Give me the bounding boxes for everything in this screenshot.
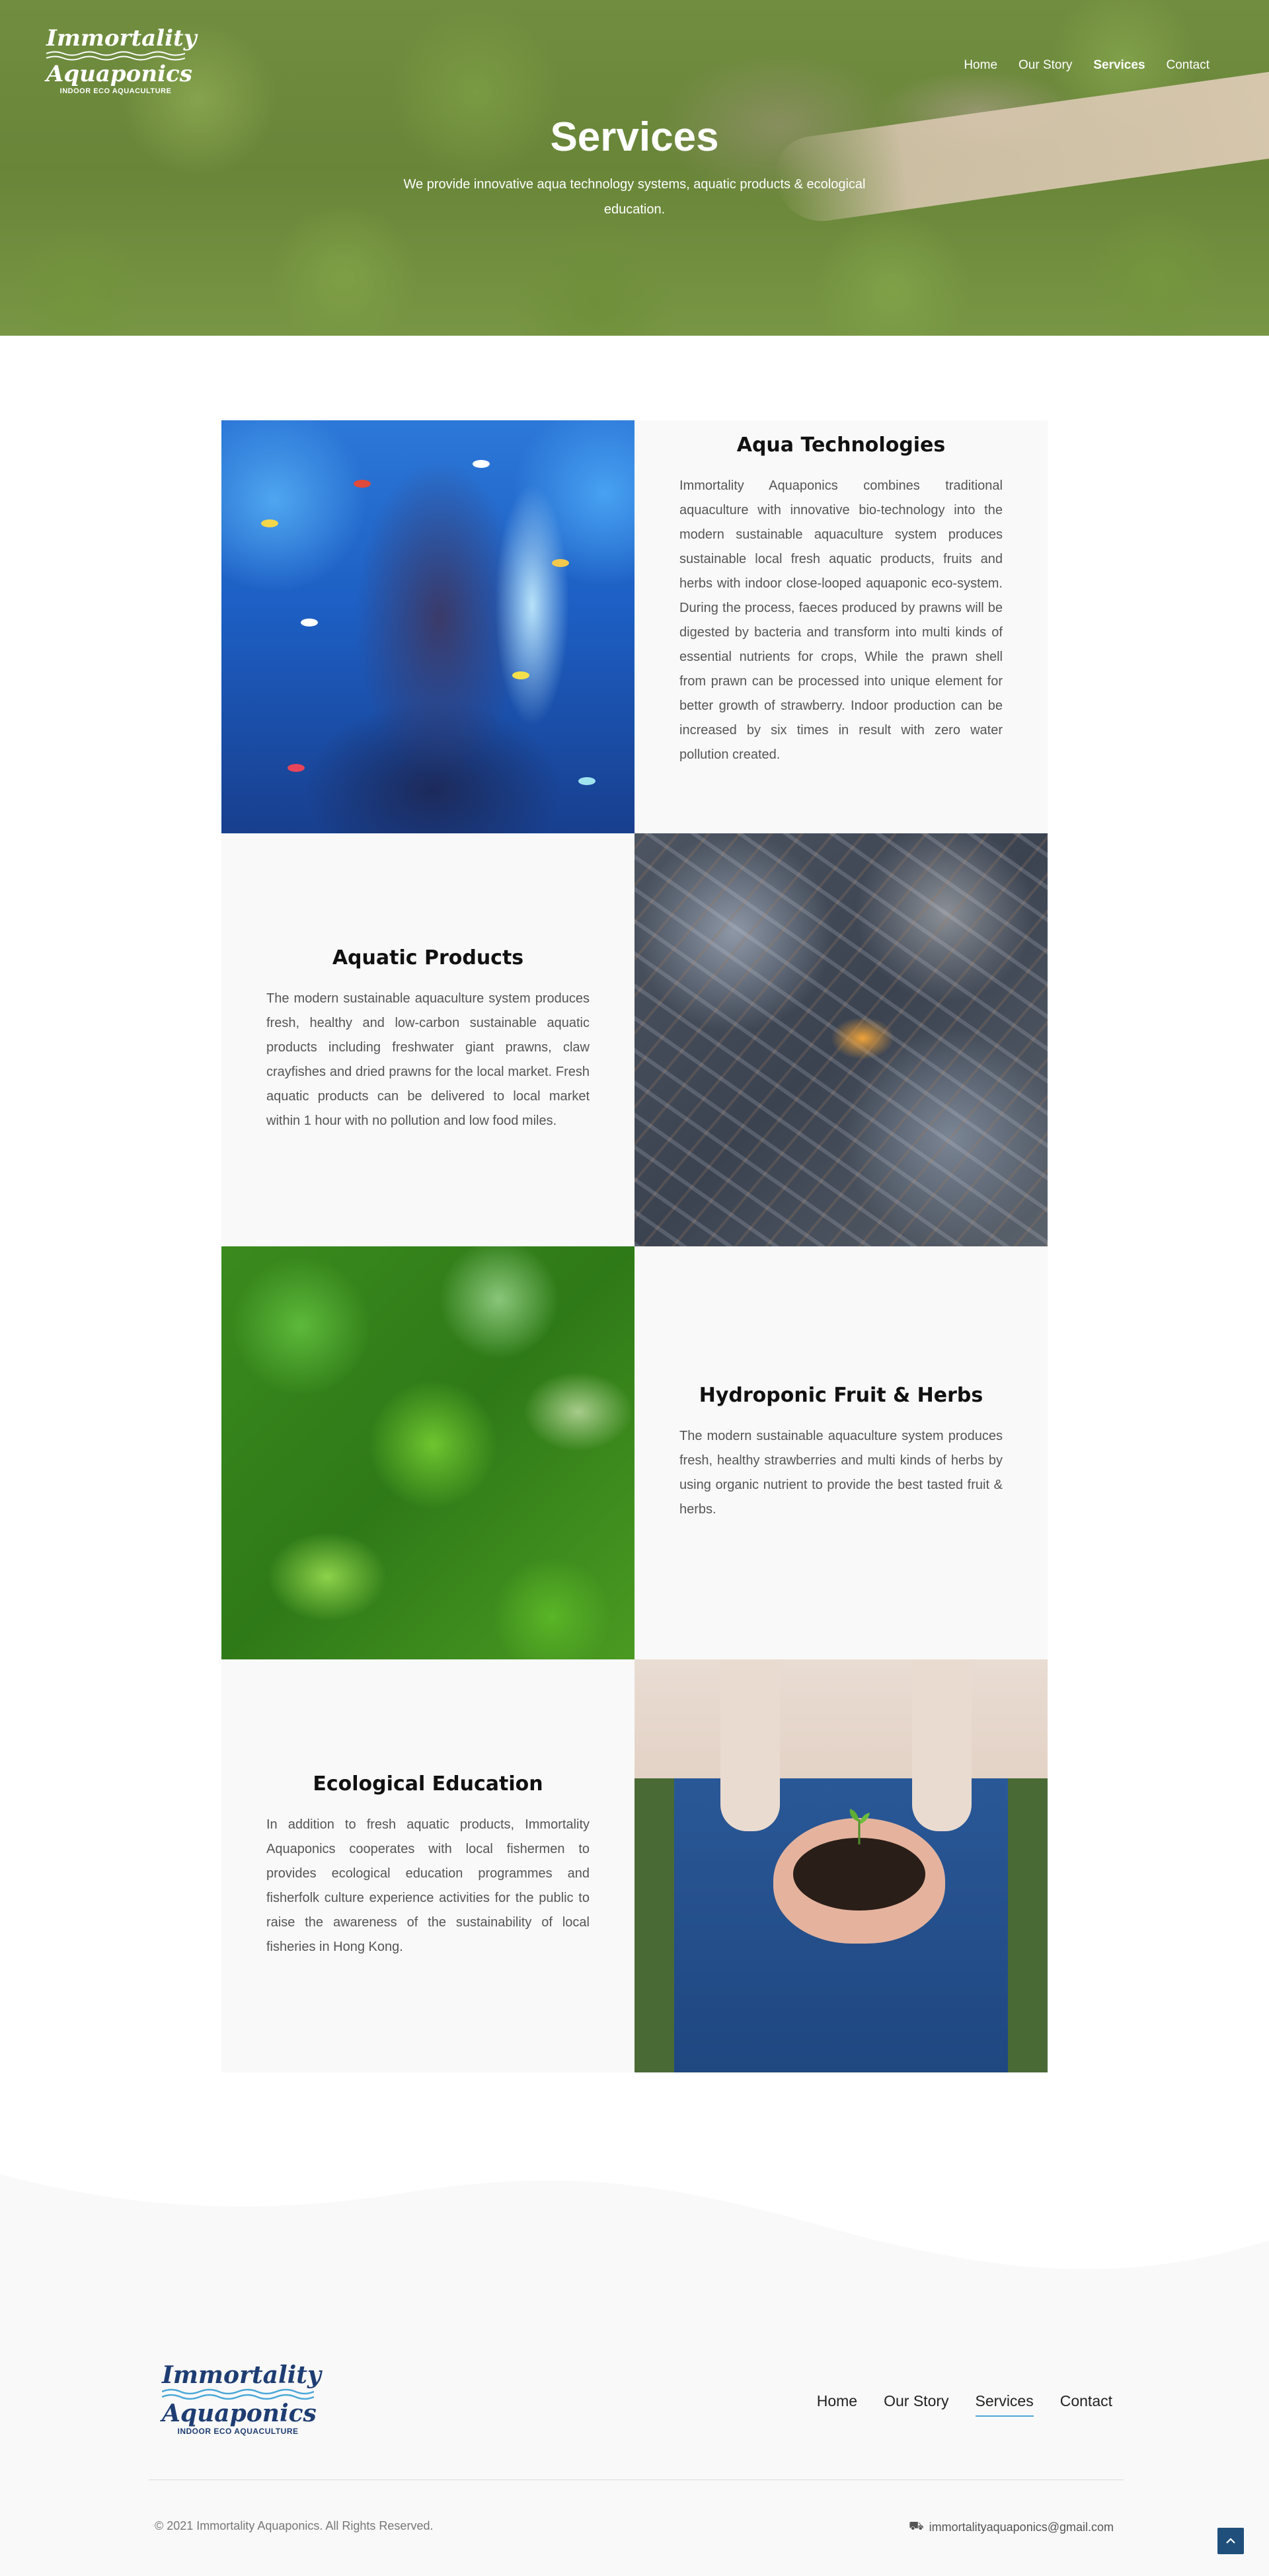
- image-shirt-shape: [634, 1659, 1048, 1778]
- service-ecological-education: Ecological Education In addition to fres…: [221, 1659, 634, 2072]
- fish-shape: [578, 777, 596, 785]
- logo-line-1: Immortality: [46, 25, 197, 52]
- footer-nav: Home Our Story Services Contact: [817, 2392, 1112, 2417]
- logo-line-2: Aquaponics: [46, 61, 192, 87]
- page-title: Services: [550, 114, 719, 160]
- services-grid: Aqua Technologies Immortality Aquaponics…: [221, 420, 1048, 2072]
- fish-shape: [552, 559, 569, 567]
- service-description: In addition to fresh aquatic products, I…: [266, 1817, 590, 1954]
- nav-contact[interactable]: Contact: [1167, 58, 1210, 73]
- prawns-image: [634, 833, 1048, 1246]
- footer-logo-line-2: Aquaponics: [162, 2400, 317, 2427]
- nav-services[interactable]: Services: [1093, 58, 1145, 73]
- service-title: Hydroponic Fruit & Herbs: [699, 1384, 983, 1407]
- footer-logo-line-1: Immortality: [162, 2361, 321, 2389]
- site-footer: Immortality Aquaponics INDOOR ECO AQUACU…: [0, 2154, 1269, 2576]
- main-nav: Home Our Story Services Contact: [964, 58, 1210, 73]
- nav-home[interactable]: Home: [964, 58, 997, 73]
- footer-nav-our-story[interactable]: Our Story: [884, 2392, 948, 2417]
- footer-nav-home[interactable]: Home: [817, 2392, 857, 2417]
- service-aquatic-products: Aquatic Products The modern sustainable …: [221, 833, 634, 1246]
- service-row: Hydroponic Fruit & Herbs The modern sust…: [221, 1246, 1048, 1659]
- truck-icon: ⛟: [908, 2519, 924, 2532]
- footer-logo-waves-icon: [162, 2388, 314, 2400]
- service-description: The modern sustainable aquaculture syste…: [679, 1429, 1003, 1517]
- herbs-image: [221, 1246, 634, 1659]
- service-row: Ecological Education In addition to fres…: [221, 1659, 1048, 2072]
- fish-shape: [261, 519, 278, 527]
- service-description: Immortality Aquaponics combines traditio…: [679, 478, 1003, 762]
- fish-shape: [473, 460, 490, 468]
- fish-shape: [301, 619, 318, 626]
- service-title: Ecological Education: [313, 1772, 543, 1796]
- footer-wave-divider: [0, 2154, 1269, 2269]
- service-title: Aquatic Products: [332, 946, 524, 969]
- service-row: Aqua Technologies Immortality Aquaponics…: [221, 420, 1048, 833]
- service-description: The modern sustainable aquaculture syste…: [266, 991, 590, 1128]
- image-arm-shape: [720, 1659, 780, 1831]
- image-arm-shape: [912, 1659, 972, 1831]
- site-logo[interactable]: Immortality Aquaponics INDOOR ECO AQUACU…: [46, 25, 197, 106]
- service-hydroponic-fruit-herbs: Hydroponic Fruit & Herbs The modern sust…: [634, 1246, 1048, 1659]
- page-subtitle: We provide innovative aqua technology sy…: [403, 177, 866, 217]
- aquarium-image: [221, 420, 634, 833]
- footer-logo[interactable]: Immortality Aquaponics INDOOR ECO AQUACU…: [162, 2361, 321, 2448]
- hands-soil-image: [634, 1659, 1048, 2072]
- hero-banner: Immortality Aquaponics INDOOR ECO AQUACU…: [0, 0, 1269, 336]
- nav-our-story[interactable]: Our Story: [1019, 58, 1072, 73]
- fish-shape: [288, 764, 305, 772]
- fish-shape: [354, 480, 371, 488]
- fish-shape: [512, 671, 529, 679]
- copyright-text: © 2021 Immortality Aquaponics. All Right…: [155, 2519, 434, 2532]
- footer-logo-tagline: INDOOR ECO AQUACULTURE: [177, 2427, 299, 2436]
- logo-tagline: INDOOR ECO AQUACULTURE: [59, 87, 172, 95]
- chevron-up-icon: [1226, 2538, 1235, 2544]
- footer-nav-services[interactable]: Services: [975, 2392, 1034, 2417]
- footer-email-text: immortalityaquaponics@gmail.com: [929, 2520, 1114, 2534]
- service-title: Aqua Technologies: [736, 434, 946, 457]
- footer-nav-contact[interactable]: Contact: [1060, 2392, 1112, 2417]
- sprout-icon: [849, 1809, 870, 1844]
- back-to-top-button[interactable]: [1217, 2528, 1244, 2554]
- service-aqua-technologies: Aqua Technologies Immortality Aquaponics…: [634, 420, 1048, 833]
- service-row: Aquatic Products The modern sustainable …: [221, 833, 1048, 1246]
- footer-email-link[interactable]: ⛟ immortalityaquaponics@gmail.com: [909, 2519, 1114, 2535]
- image-soil-shape: [793, 1838, 925, 1911]
